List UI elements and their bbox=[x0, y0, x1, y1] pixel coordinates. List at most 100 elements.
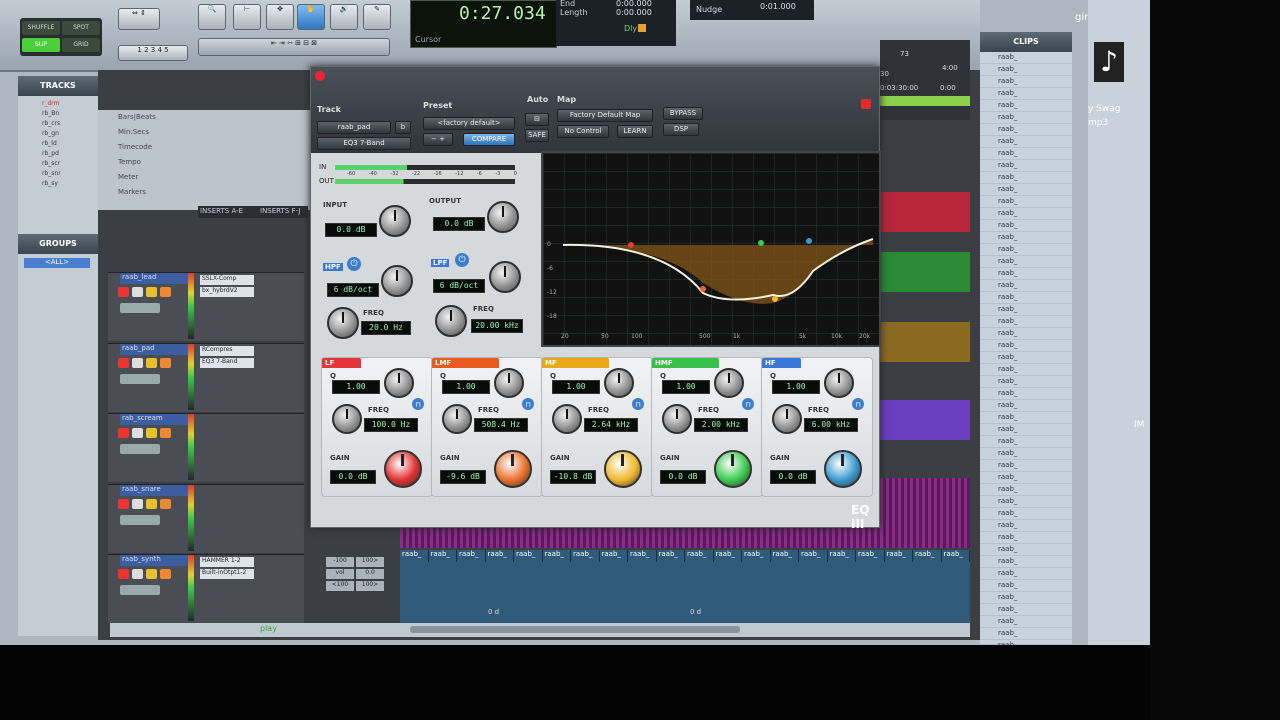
mode-grid[interactable]: GRID bbox=[62, 38, 100, 52]
strip-toggle-button[interactable] bbox=[160, 358, 171, 368]
band-q-value[interactable]: 1.00 bbox=[772, 380, 820, 394]
mf-node[interactable] bbox=[772, 296, 778, 302]
hpf-slope-value[interactable]: 6 dB/oct bbox=[327, 283, 379, 297]
clip-label[interactable]: raab_ bbox=[657, 550, 685, 562]
clip-list-item[interactable]: raab_ bbox=[980, 604, 1072, 616]
strip-mode-button[interactable] bbox=[120, 374, 160, 384]
clip-list-item[interactable]: raab_ bbox=[980, 568, 1072, 580]
lpf-slope-knob[interactable] bbox=[489, 261, 521, 293]
strip-toggle-button[interactable] bbox=[132, 287, 143, 297]
insert-slot[interactable]: bx_hybrdV2 bbox=[200, 287, 254, 297]
io-value[interactable]: 100> bbox=[356, 581, 384, 591]
track-list-item[interactable]: r_drm bbox=[42, 100, 98, 110]
clip-lane-synth[interactable]: raab_ raab_ raab_ raab_ raab_ raab_ raab_ raab_… bbox=[400, 550, 970, 625]
io-value[interactable]: 0.0 bbox=[356, 569, 384, 579]
band-gain-knob[interactable] bbox=[714, 450, 752, 488]
band-shape-icon[interactable]: ⊓ bbox=[742, 398, 754, 410]
clip-list-item[interactable]: raab_ bbox=[980, 448, 1072, 460]
band-q-knob[interactable] bbox=[494, 368, 524, 398]
band-freq-value[interactable]: 2.64 kHz bbox=[584, 418, 638, 432]
insert-select[interactable]: EQ3 7-Band bbox=[317, 137, 411, 150]
clip-list-item[interactable]: raab_ bbox=[980, 124, 1072, 136]
clip-label[interactable]: raab_ bbox=[400, 550, 429, 562]
strip-toggle-button[interactable] bbox=[118, 428, 129, 438]
automation-button[interactable]: ⊟ bbox=[525, 113, 549, 126]
mode-spot[interactable]: SPOT bbox=[62, 21, 100, 35]
band-freq-knob[interactable] bbox=[332, 404, 362, 434]
insert-slot[interactable]: Built-inOtpt1-2 bbox=[200, 569, 254, 579]
band-freq-value[interactable]: 508.4 Hz bbox=[474, 418, 528, 432]
insert-slot[interactable]: EQ3 7-Band bbox=[200, 358, 254, 368]
ruler-row[interactable]: Markers bbox=[98, 185, 310, 200]
clip-list-item[interactable]: raab_ bbox=[980, 364, 1072, 376]
lpf-enable-icon[interactable]: ⏻ bbox=[455, 253, 469, 267]
lpf-slope-value[interactable]: 6 dB/oct bbox=[433, 279, 485, 293]
strip-toggle-button[interactable] bbox=[118, 569, 129, 579]
strip-track-name[interactable]: raab_lead bbox=[120, 273, 190, 284]
band-freq-value[interactable]: 6.00 kHz bbox=[804, 418, 858, 432]
clip-list-item[interactable]: raab_ bbox=[980, 544, 1072, 556]
clip-label[interactable]: raab_ bbox=[913, 550, 942, 562]
track-suffix-button[interactable]: b bbox=[395, 121, 411, 134]
clip-list-item[interactable]: raab_ bbox=[980, 328, 1072, 340]
band-gain-value[interactable]: 0.0 dB bbox=[770, 470, 816, 484]
io-value[interactable]: 100> bbox=[356, 557, 384, 567]
clip-list-item[interactable]: raab_ bbox=[980, 508, 1072, 520]
clip-list-item[interactable]: raab_ bbox=[980, 532, 1072, 544]
clip-list-item[interactable]: raab_ bbox=[980, 304, 1072, 316]
clip-list-item[interactable]: raab_ bbox=[980, 388, 1072, 400]
clip-label[interactable]: raab_ bbox=[543, 550, 571, 562]
grabber-tool-icon[interactable]: ✋ bbox=[297, 4, 325, 30]
compare-button[interactable]: COMPARE bbox=[463, 133, 515, 146]
band-q-value[interactable]: 1.00 bbox=[442, 380, 490, 394]
scrubber-tool-icon[interactable]: 🔊 bbox=[330, 4, 358, 30]
clip-list-item[interactable]: raab_ bbox=[980, 520, 1072, 532]
clip-list-item[interactable]: raab_ bbox=[980, 592, 1072, 604]
clip-list-item[interactable]: raab_ bbox=[980, 628, 1072, 640]
io-value[interactable]: <100 bbox=[326, 581, 354, 591]
preset-select[interactable]: <factory default> bbox=[423, 117, 515, 130]
close-icon[interactable] bbox=[315, 71, 325, 81]
band-gain-value[interactable]: -9.6 dB bbox=[440, 470, 486, 484]
insert-slot[interactable]: RCompres bbox=[200, 346, 254, 356]
band-q-value[interactable]: 1.00 bbox=[552, 380, 600, 394]
music-file-icon[interactable]: ♪ bbox=[1094, 42, 1124, 82]
map-select[interactable]: Factory Default Map bbox=[557, 109, 653, 122]
clip-list-item[interactable]: raab_ bbox=[980, 460, 1072, 472]
clip-list-item[interactable]: raab_ bbox=[980, 220, 1072, 232]
selector-tool-icon[interactable]: ✥ bbox=[266, 4, 294, 30]
clip-list-item[interactable]: raab_ bbox=[980, 316, 1072, 328]
track-list-item[interactable]: rb_crs bbox=[42, 120, 98, 130]
preset-nav-buttons[interactable]: − + bbox=[423, 133, 453, 146]
length-value[interactable]: 0:00.000 bbox=[616, 8, 652, 17]
edit-function-buttons[interactable]: ⇤ ⇥ ⇿ ⊞ ⊟ ⊠ bbox=[198, 38, 390, 56]
insert-slot[interactable]: HAMMER 1-2 bbox=[200, 557, 254, 567]
strip-track-name[interactable]: raab_synth bbox=[120, 555, 190, 566]
clip-label[interactable]: raab_ bbox=[942, 550, 970, 562]
group-all[interactable]: <ALL> bbox=[24, 258, 90, 268]
strip-toggle-button[interactable] bbox=[160, 428, 171, 438]
strip-toggle-button[interactable] bbox=[118, 499, 129, 509]
strip-mode-button[interactable] bbox=[120, 444, 160, 454]
clip-list-item[interactable]: raab_ bbox=[980, 340, 1072, 352]
band-gain-value[interactable]: 0.0 dB bbox=[660, 470, 706, 484]
clip-list-item[interactable]: raab_ bbox=[980, 376, 1072, 388]
zoom-tool-icon[interactable]: 🔍 bbox=[198, 4, 226, 30]
input-value[interactable]: 0.0 dB bbox=[325, 223, 377, 237]
ruler-row[interactable]: Min:Secs bbox=[98, 125, 310, 140]
track-list-item[interactable]: rb_snr bbox=[42, 170, 98, 180]
strip-toggle-button[interactable] bbox=[160, 287, 171, 297]
end-value[interactable]: 0:00.000 bbox=[616, 0, 652, 8]
clip-list-item[interactable]: raab_ bbox=[980, 196, 1072, 208]
clip-list-item[interactable]: raab_ bbox=[980, 472, 1072, 484]
hpf-slope-knob[interactable] bbox=[381, 265, 413, 297]
track-list-item[interactable]: rb_scr bbox=[42, 160, 98, 170]
io-value[interactable]: -100 bbox=[326, 557, 354, 567]
clip-list-item[interactable]: raab_ bbox=[980, 496, 1072, 508]
clip-list-item[interactable]: raab_ bbox=[980, 616, 1072, 628]
strip-toggle-button[interactable] bbox=[160, 499, 171, 509]
clip-list-item[interactable]: raab_ bbox=[980, 580, 1072, 592]
band-freq-knob[interactable] bbox=[662, 404, 692, 434]
band-gain-knob[interactable] bbox=[494, 450, 532, 488]
strip-toggle-button[interactable] bbox=[118, 358, 129, 368]
